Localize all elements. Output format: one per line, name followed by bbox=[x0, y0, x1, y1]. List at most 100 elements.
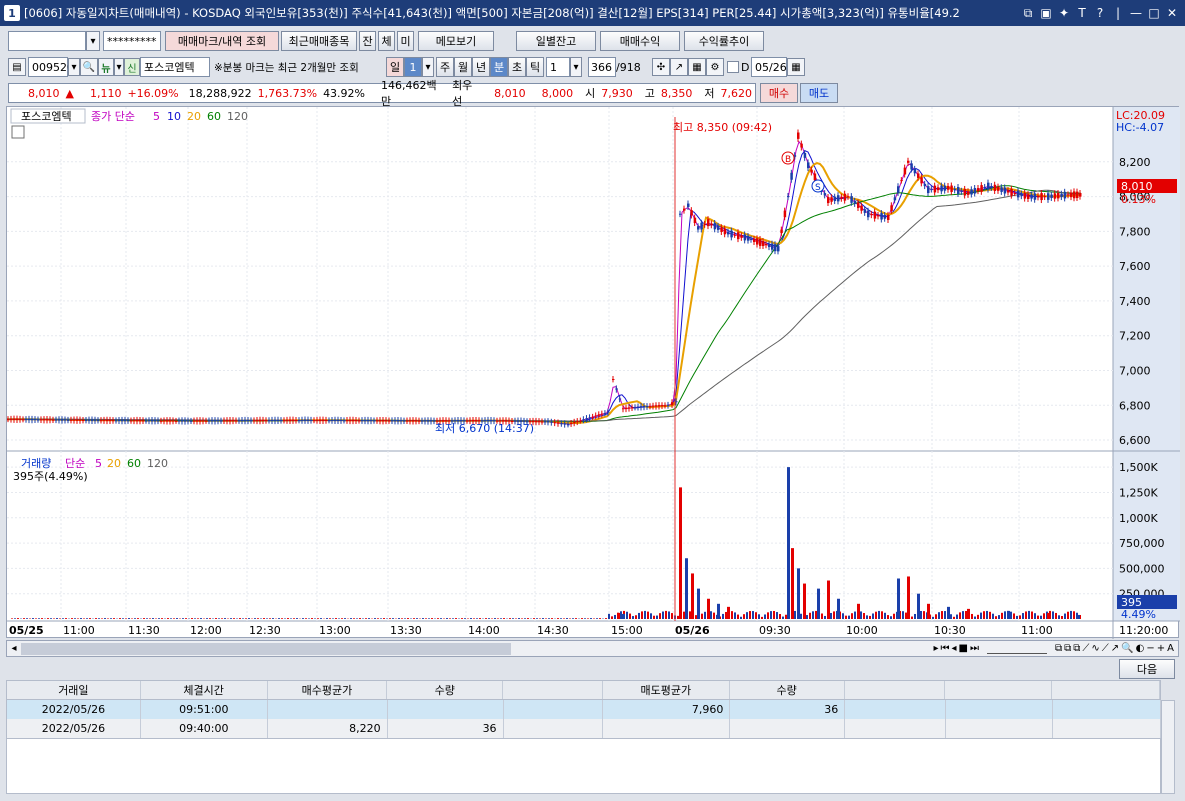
volume-bar bbox=[923, 611, 925, 619]
grid-icon[interactable]: ▤ bbox=[8, 58, 26, 76]
candle-body bbox=[560, 423, 563, 425]
layout3-icon[interactable]: ⧉ bbox=[1073, 643, 1080, 654]
pin-icon[interactable]: ✦ bbox=[1057, 6, 1071, 21]
copy-icon[interactable]: ▣ bbox=[1039, 6, 1053, 21]
table-row[interactable]: 2022/05/26 09:40:00 8,220 36 bbox=[6, 719, 1162, 738]
next-page-button[interactable]: 다음 bbox=[1119, 659, 1175, 679]
help-icon[interactable]: ? bbox=[1093, 6, 1107, 21]
table-row[interactable]: 2022/05/26 09:51:00 7,960 36 bbox=[6, 700, 1162, 719]
data-count-input[interactable]: 366 bbox=[588, 57, 616, 77]
chevron-down-icon[interactable]: ▾ bbox=[114, 58, 124, 76]
minus-icon[interactable]: − bbox=[1146, 643, 1154, 654]
chart-scrollbar[interactable]: ◂ ▸ ⏮ ◂ ■ ⏭ ⧉ ⧉ ⧉ ⟋ ∿ ⟋ ↗ 🔍 ◐ − + A bbox=[6, 640, 1179, 657]
volume-bar bbox=[587, 618, 589, 619]
d-checkbox[interactable] bbox=[727, 61, 739, 73]
volume-bar bbox=[245, 618, 247, 619]
memo-button[interactable]: 메모보기 bbox=[418, 31, 494, 51]
balance-button[interactable]: 잔 bbox=[359, 31, 376, 51]
chevron-down-icon[interactable]: ▾ bbox=[422, 57, 434, 77]
volume-bar bbox=[494, 618, 496, 619]
chevron-down-icon[interactable]: ▾ bbox=[86, 31, 100, 51]
cell-empty bbox=[946, 700, 1054, 719]
wave-tool-icon[interactable]: ∿ bbox=[1091, 643, 1099, 654]
period-second-button[interactable]: 초 bbox=[508, 57, 526, 77]
crosshair-icon[interactable]: ✣ bbox=[652, 58, 670, 76]
stock-name-field[interactable]: 포스코엠텍 bbox=[140, 57, 210, 77]
next-icon[interactable]: ▸ bbox=[933, 643, 938, 654]
candle-body bbox=[259, 419, 262, 422]
candle-body bbox=[777, 246, 780, 252]
executed-button[interactable]: 체 bbox=[378, 31, 395, 51]
buy-button[interactable]: 매수 bbox=[760, 83, 798, 103]
volume-bar bbox=[152, 618, 154, 619]
password-input[interactable]: ********* bbox=[103, 31, 161, 51]
fib-tool-icon[interactable]: ⟋ bbox=[1102, 643, 1109, 654]
zoom-slider[interactable] bbox=[986, 643, 1047, 654]
stop-icon[interactable]: ■ bbox=[959, 643, 968, 654]
interval-input[interactable]: 1 bbox=[546, 57, 570, 77]
chevron-down-icon[interactable]: ▾ bbox=[570, 57, 582, 77]
minimize-icon[interactable]: — bbox=[1129, 6, 1143, 21]
chart-area[interactable]: 6,600 6,800 7,000 7,200 7,400 7,600 7,800 8,000… bbox=[6, 106, 1180, 639]
candle-body bbox=[890, 205, 893, 211]
volume-bar bbox=[380, 618, 382, 619]
save-icon[interactable]: ▦ bbox=[688, 58, 706, 76]
unexecuted-button[interactable]: 미 bbox=[397, 31, 414, 51]
gear-icon[interactable]: ⚙ bbox=[706, 58, 724, 76]
candle-body bbox=[61, 419, 64, 421]
search-icon[interactable]: 🔍 bbox=[80, 58, 98, 76]
grid-icon[interactable] bbox=[11, 125, 25, 139]
candle-body bbox=[710, 223, 713, 226]
line-tool-icon[interactable]: ⟋ bbox=[1082, 643, 1089, 654]
fast-forward-icon[interactable]: ⏭ bbox=[970, 643, 979, 654]
recent-trades-button[interactable]: 최근매매종목 bbox=[281, 31, 357, 51]
ma-line bbox=[7, 150, 1081, 425]
trade-profit-button[interactable]: 매매수익 bbox=[600, 31, 680, 51]
account-input[interactable] bbox=[8, 31, 86, 51]
news-button[interactable]: 뉴 bbox=[98, 58, 114, 76]
scroll-thumb[interactable] bbox=[21, 642, 511, 655]
period-tick-button[interactable]: 틱 bbox=[526, 57, 544, 77]
return-trend-button[interactable]: 수익률추이 bbox=[684, 31, 764, 51]
search-tool-icon[interactable]: 🔍 bbox=[1121, 643, 1133, 654]
calendar-icon[interactable]: ▦ bbox=[787, 58, 805, 76]
chart-svg[interactable]: 6,6006,8007,0007,2007,4007,6007,8008,000… bbox=[7, 107, 1180, 639]
time-tick-label: 11:20:00 bbox=[1119, 624, 1168, 637]
chevron-down-icon[interactable]: ▾ bbox=[68, 58, 80, 76]
period-week-button[interactable]: 주 bbox=[436, 57, 454, 77]
volume-bar bbox=[32, 618, 34, 619]
volume-bar bbox=[614, 614, 616, 619]
rewind-icon[interactable]: ⏮ bbox=[941, 643, 950, 654]
trend-line-icon[interactable]: ↗ bbox=[670, 58, 688, 76]
prev-icon[interactable]: ◂ bbox=[952, 643, 957, 654]
candle-body bbox=[409, 420, 412, 422]
trade-mark-button[interactable]: 매매마크/내역 조회 bbox=[165, 31, 279, 51]
maximize-icon[interactable]: □ bbox=[1147, 6, 1161, 21]
close-icon[interactable]: ✕ bbox=[1165, 6, 1179, 21]
daily-balance-button[interactable]: 일별잔고 bbox=[516, 31, 596, 51]
stock-code-input[interactable]: 009520 bbox=[28, 57, 74, 77]
text-icon[interactable]: T bbox=[1075, 6, 1089, 21]
period-month-button[interactable]: 월 bbox=[454, 57, 472, 77]
color-tool-icon[interactable]: ◐ bbox=[1136, 643, 1145, 654]
period-year-button[interactable]: 년 bbox=[472, 57, 490, 77]
period-minute-button[interactable]: 분 bbox=[490, 57, 508, 77]
scroll-left-icon[interactable]: ◂ bbox=[7, 641, 21, 656]
volume-bar bbox=[311, 618, 313, 619]
text-tool-icon[interactable]: A bbox=[1167, 643, 1174, 654]
table-scrollbar[interactable] bbox=[1161, 700, 1175, 794]
layout-icon[interactable]: ⧉ bbox=[1055, 643, 1062, 654]
period-day-button[interactable]: 일 bbox=[386, 57, 404, 77]
date-input[interactable]: 05/26 bbox=[751, 57, 787, 77]
period-day-count[interactable]: 1 bbox=[404, 57, 422, 77]
volume-bar bbox=[308, 618, 310, 619]
sell-button[interactable]: 매도 bbox=[800, 83, 838, 103]
layout2-icon[interactable]: ⧉ bbox=[1064, 643, 1071, 654]
restore-icon[interactable]: ⧉ bbox=[1021, 6, 1035, 21]
candle-body bbox=[346, 420, 349, 422]
volume-bar bbox=[1043, 613, 1045, 619]
arrow-tool-icon[interactable]: ↗ bbox=[1111, 643, 1119, 654]
volume-bar bbox=[845, 615, 847, 619]
plus-icon[interactable]: + bbox=[1157, 643, 1165, 654]
cell-sell-avg bbox=[603, 719, 731, 738]
